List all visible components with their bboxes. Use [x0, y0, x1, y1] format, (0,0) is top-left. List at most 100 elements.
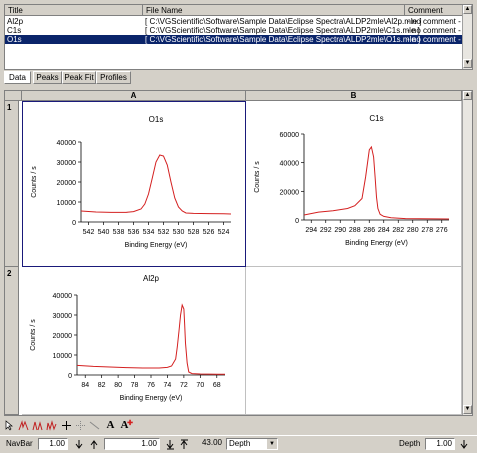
depth-stepper-icon[interactable]: [459, 439, 470, 450]
x-tick-label: 286: [363, 227, 375, 234]
file-row[interactable]: O1s [ C:\VGScientific\Software\Sample Dat…: [5, 35, 463, 44]
row-header-2[interactable]: 2: [5, 267, 19, 415]
range-value: 43.00: [194, 438, 224, 450]
x-tick-label: 284: [378, 227, 390, 234]
text-a-red-icon[interactable]: A ✚: [119, 419, 133, 431]
y-tick-label: 0: [68, 373, 72, 380]
al2p-chart: Al2p 0 10000 20000 30000 40000 84 82 80 78 76 74 72 7…: [30, 274, 225, 402]
file-row-title: C1s: [7, 26, 22, 35]
navbar-label: NavBar: [6, 439, 33, 448]
file-list: Title File Name Comment Al2p [ C:\VGScien…: [4, 4, 473, 70]
x-tick-label: 294: [305, 227, 317, 234]
x-tick-label: 76: [147, 382, 155, 389]
y-axis-label: Counts / s: [254, 161, 261, 193]
column-header-title[interactable]: Title: [5, 5, 143, 16]
chart-cell-b1[interactable]: C1s 0 20000 40000 60000 294 292 290 288 286 284 282…: [246, 101, 462, 267]
y-tick-label: 0: [72, 220, 76, 227]
x-tick-label: 530: [173, 229, 185, 236]
y-tick-label: 60000: [280, 132, 300, 139]
chevron-down-icon[interactable]: ▼: [267, 439, 277, 449]
spectrum-line: [303, 145, 450, 220]
y-tick-label: 20000: [280, 189, 300, 196]
tab-peak-fit[interactable]: Peak Fit: [62, 71, 96, 84]
x-tick-label: 276: [436, 227, 448, 234]
depth-value-field[interactable]: 1.00: [425, 438, 455, 450]
step-back-icon[interactable]: [74, 439, 85, 450]
x-tick-label: 84: [81, 382, 89, 389]
tab-data[interactable]: Data: [4, 71, 31, 84]
spectrum-line: [80, 154, 232, 215]
y-tick-label: 40000: [57, 140, 77, 147]
line-icon[interactable]: [89, 420, 100, 431]
axis-dropdown[interactable]: Depth ▼: [226, 438, 278, 450]
x-tick-label: 538: [113, 229, 125, 236]
peak-c-icon[interactable]: [46, 420, 57, 431]
spectrum-line: [76, 303, 225, 375]
o1s-chart: O1s010000200003000040000542 540 538 536 534 5…: [31, 115, 232, 249]
file-row-comment: - no comment -: [407, 17, 461, 26]
y-tick-label: 10000: [57, 200, 77, 207]
row-header-1[interactable]: 1: [5, 101, 19, 267]
depth-label: Depth: [399, 439, 421, 448]
axis-dropdown-value: Depth: [229, 439, 251, 448]
scroll-up-icon[interactable]: ▲: [463, 5, 472, 14]
chart-cell-a2[interactable]: Al2p 0 10000 20000 30000 40000 84 82 80 78 76 74 72 7…: [22, 267, 246, 415]
x-tick-label: 532: [158, 229, 170, 236]
chart-cell-b2[interactable]: [246, 267, 462, 415]
y-tick-label: 40000: [53, 293, 73, 300]
go-last-icon[interactable]: [179, 439, 190, 450]
file-row-path: [ C:\VGScientific\Software\Sample Data\E…: [145, 26, 420, 35]
x-tick-label: 78: [131, 382, 139, 389]
y-axis-label: Counts / s: [31, 166, 38, 198]
peak-b-icon[interactable]: [32, 420, 43, 431]
c1s-chart: C1s 0 20000 40000 60000 294 292 290 288 286 284 282…: [254, 114, 450, 247]
file-list-scrollbar[interactable]: ▲ ▼: [462, 5, 472, 69]
step-forward-icon[interactable]: [89, 439, 100, 450]
y-axis-label: Counts / s: [30, 319, 37, 351]
chart-cell-a1[interactable]: O1s 0 10000 20000 30000 40000 542 540 538 536 534 5…: [22, 101, 246, 267]
file-row-title: O1s: [7, 35, 22, 44]
x-tick-label: 70: [196, 382, 204, 389]
x-axis-label: Binding Energy (eV): [120, 395, 183, 402]
x-tick-label: 288: [349, 227, 361, 234]
x-tick-label: 536: [128, 229, 140, 236]
plus-icon[interactable]: [61, 420, 72, 431]
chart-title: C1s: [369, 114, 383, 123]
file-row-comment: - no comment -: [407, 26, 461, 35]
column-header-file-name[interactable]: File Name: [143, 5, 405, 16]
go-first-icon[interactable]: [165, 439, 176, 450]
dotted-grid-icon[interactable]: [75, 420, 86, 431]
grid-corner[interactable]: [5, 91, 22, 101]
y-tick-label: 20000: [53, 333, 73, 340]
column-header-a[interactable]: A: [22, 91, 246, 101]
column-header-comment[interactable]: Comment: [405, 5, 463, 16]
file-row-path: [ C:\VGScientific\Software\Sample Data\E…: [145, 35, 421, 44]
file-row[interactable]: Al2p [ C:\VGScientific\Software\Sample Da…: [5, 17, 463, 26]
y-tick-label: 30000: [57, 160, 77, 167]
x-tick-label: 524: [218, 229, 230, 236]
x-tick-label: 526: [203, 229, 215, 236]
select-arrow-icon[interactable]: [4, 420, 15, 431]
x-tick-label: 74: [164, 382, 172, 389]
scroll-up-icon[interactable]: ▲: [463, 91, 472, 100]
column-header-b[interactable]: B: [246, 91, 462, 101]
text-a-icon[interactable]: A: [105, 420, 116, 431]
x-tick-label: 80: [114, 382, 122, 389]
navbar-value-field[interactable]: 1.00: [38, 438, 68, 450]
file-row-comment: - no comment -: [407, 35, 461, 44]
x-tick-label: 280: [407, 227, 419, 234]
x-tick-label: 72: [180, 382, 188, 389]
x-tick-label: 82: [98, 382, 106, 389]
x-tick-label: 278: [421, 227, 433, 234]
grid-scrollbar[interactable]: ▲ ▼: [462, 91, 472, 415]
chart-title: O1s: [149, 115, 164, 124]
peak-a-icon[interactable]: [18, 420, 29, 431]
x-tick-label: 292: [320, 227, 332, 234]
scroll-down-icon[interactable]: ▼: [463, 405, 472, 414]
file-row[interactable]: C1s [ C:\VGScientific\Software\Sample Dat…: [5, 26, 463, 35]
position-field[interactable]: 1.00: [104, 438, 160, 450]
tab-profiles[interactable]: Profiles: [96, 71, 131, 84]
scroll-down-icon[interactable]: ▼: [463, 59, 472, 68]
x-tick-label: 534: [143, 229, 155, 236]
tab-peaks[interactable]: Peaks: [33, 71, 62, 84]
